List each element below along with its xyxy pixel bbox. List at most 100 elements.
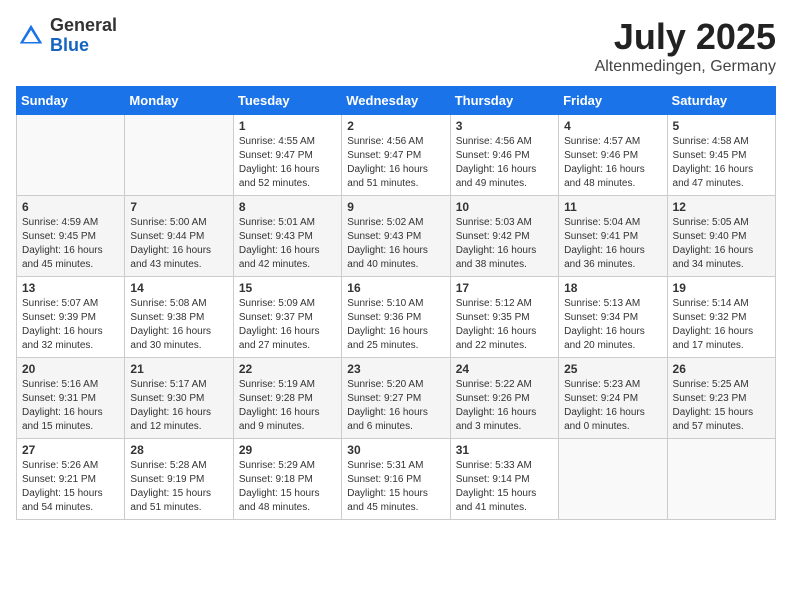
calendar-cell: 29Sunrise: 5:29 AMSunset: 9:18 PMDayligh… bbox=[233, 439, 341, 520]
calendar-cell: 14 Sunrise: 5:08 AMSunset: 9:38 PMDayligh… bbox=[125, 277, 233, 358]
day-info: Sunrise: 5:33 AMSunset: 9:14 PMDaylight:… bbox=[456, 459, 553, 515]
day-number: 26 bbox=[673, 362, 770, 376]
day-number: 20 bbox=[22, 362, 119, 376]
calendar-cell: 16Sunrise: 5:10 AMSunset: 9:36 PMDayligh… bbox=[342, 277, 450, 358]
month-title: July 2025 bbox=[595, 16, 776, 58]
logo-text: General Blue bbox=[50, 16, 117, 56]
header-sunday: Sunday bbox=[17, 87, 125, 115]
calendar-cell: 15 Sunrise: 5:09 AMSunset: 9:37 PMDayligh… bbox=[233, 277, 341, 358]
calendar-week-3: 13 Sunrise: 5:07 AMSunset: 9:39 PMDayligh… bbox=[17, 277, 776, 358]
header-saturday: Saturday bbox=[667, 87, 775, 115]
day-info: Sunrise: 5:23 AMSunset: 9:24 PMDaylight:… bbox=[564, 378, 661, 434]
day-number: 25 bbox=[564, 362, 661, 376]
page-header: General Blue July 2025 Altenmedingen, Ge… bbox=[16, 16, 776, 76]
calendar-cell: 3Sunrise: 4:56 AMSunset: 9:46 PMDaylight… bbox=[450, 115, 558, 196]
calendar-week-2: 6 Sunrise: 4:59 AMSunset: 9:45 PMDaylight… bbox=[17, 196, 776, 277]
calendar-cell: 18 Sunrise: 5:13 AMSunset: 9:34 PMDayligh… bbox=[559, 277, 667, 358]
calendar-cell bbox=[667, 439, 775, 520]
day-info: Sunrise: 5:08 AMSunset: 9:38 PMDaylight:… bbox=[130, 297, 227, 353]
location-title: Altenmedingen, Germany bbox=[595, 58, 776, 76]
calendar-cell: 13 Sunrise: 5:07 AMSunset: 9:39 PMDayligh… bbox=[17, 277, 125, 358]
calendar-week-1: 1Sunrise: 4:55 AMSunset: 9:47 PMDaylight… bbox=[17, 115, 776, 196]
day-number: 15 bbox=[239, 281, 336, 295]
day-info: Sunrise: 5:12 AMSunset: 9:35 PMDaylight:… bbox=[456, 297, 553, 353]
day-info: Sunrise: 5:03 AMSunset: 9:42 PMDaylight:… bbox=[456, 216, 553, 272]
logo-blue: Blue bbox=[50, 36, 117, 56]
calendar-cell bbox=[125, 115, 233, 196]
day-info: Sunrise: 5:07 AMSunset: 9:39 PMDaylight:… bbox=[22, 297, 119, 353]
day-number: 5 bbox=[673, 119, 770, 133]
day-info: Sunrise: 5:28 AMSunset: 9:19 PMDaylight:… bbox=[130, 459, 227, 515]
day-number: 2 bbox=[347, 119, 444, 133]
day-number: 18 bbox=[564, 281, 661, 295]
day-info: Sunrise: 5:14 AMSunset: 9:32 PMDaylight:… bbox=[673, 297, 770, 353]
day-number: 23 bbox=[347, 362, 444, 376]
calendar-cell bbox=[559, 439, 667, 520]
calendar-cell: 19 Sunrise: 5:14 AMSunset: 9:32 PMDayligh… bbox=[667, 277, 775, 358]
day-number: 13 bbox=[22, 281, 119, 295]
calendar-cell: 11 Sunrise: 5:04 AMSunset: 9:41 PMDayligh… bbox=[559, 196, 667, 277]
calendar-cell: 24Sunrise: 5:22 AMSunset: 9:26 PMDayligh… bbox=[450, 358, 558, 439]
day-info: Sunrise: 5:16 AMSunset: 9:31 PMDaylight:… bbox=[22, 378, 119, 434]
header-friday: Friday bbox=[559, 87, 667, 115]
day-number: 9 bbox=[347, 200, 444, 214]
logo-general: General bbox=[50, 16, 117, 36]
day-info: Sunrise: 5:29 AMSunset: 9:18 PMDaylight:… bbox=[239, 459, 336, 515]
header-monday: Monday bbox=[125, 87, 233, 115]
day-info: Sunrise: 5:04 AMSunset: 9:41 PMDaylight:… bbox=[564, 216, 661, 272]
day-info: Sunrise: 5:19 AMSunset: 9:28 PMDaylight:… bbox=[239, 378, 336, 434]
calendar-cell: 4Sunrise: 4:57 AMSunset: 9:46 PMDaylight… bbox=[559, 115, 667, 196]
header-thursday: Thursday bbox=[450, 87, 558, 115]
day-info: Sunrise: 5:02 AMSunset: 9:43 PMDaylight:… bbox=[347, 216, 444, 272]
calendar-cell: 7 Sunrise: 5:00 AMSunset: 9:44 PMDaylight… bbox=[125, 196, 233, 277]
calendar-cell: 31 Sunrise: 5:33 AMSunset: 9:14 PMDayligh… bbox=[450, 439, 558, 520]
calendar-week-5: 27Sunrise: 5:26 AMSunset: 9:21 PMDayligh… bbox=[17, 439, 776, 520]
day-number: 22 bbox=[239, 362, 336, 376]
day-info: Sunrise: 5:05 AMSunset: 9:40 PMDaylight:… bbox=[673, 216, 770, 272]
day-number: 11 bbox=[564, 200, 661, 214]
day-number: 8 bbox=[239, 200, 336, 214]
day-info: Sunrise: 5:00 AMSunset: 9:44 PMDaylight:… bbox=[130, 216, 227, 272]
day-info: Sunrise: 5:31 AMSunset: 9:16 PMDaylight:… bbox=[347, 459, 444, 515]
day-number: 7 bbox=[130, 200, 227, 214]
calendar-cell: 10Sunrise: 5:03 AMSunset: 9:42 PMDayligh… bbox=[450, 196, 558, 277]
day-number: 19 bbox=[673, 281, 770, 295]
calendar-cell: 17 Sunrise: 5:12 AMSunset: 9:35 PMDayligh… bbox=[450, 277, 558, 358]
calendar-cell: 20 Sunrise: 5:16 AMSunset: 9:31 PMDayligh… bbox=[17, 358, 125, 439]
calendar-cell bbox=[17, 115, 125, 196]
day-info: Sunrise: 5:09 AMSunset: 9:37 PMDaylight:… bbox=[239, 297, 336, 353]
day-number: 31 bbox=[456, 443, 553, 457]
day-number: 16 bbox=[347, 281, 444, 295]
calendar-cell: 21Sunrise: 5:17 AMSunset: 9:30 PMDayligh… bbox=[125, 358, 233, 439]
day-number: 14 bbox=[130, 281, 227, 295]
day-info: Sunrise: 5:20 AMSunset: 9:27 PMDaylight:… bbox=[347, 378, 444, 434]
calendar-cell: 6 Sunrise: 4:59 AMSunset: 9:45 PMDaylight… bbox=[17, 196, 125, 277]
calendar-cell: 2 Sunrise: 4:56 AMSunset: 9:47 PMDaylight… bbox=[342, 115, 450, 196]
day-number: 6 bbox=[22, 200, 119, 214]
calendar-week-4: 20 Sunrise: 5:16 AMSunset: 9:31 PMDayligh… bbox=[17, 358, 776, 439]
day-info: Sunrise: 4:57 AMSunset: 9:46 PMDaylight:… bbox=[564, 135, 661, 191]
day-info: Sunrise: 4:59 AMSunset: 9:45 PMDaylight:… bbox=[22, 216, 119, 272]
calendar-header-row: SundayMondayTuesdayWednesdayThursdayFrid… bbox=[17, 87, 776, 115]
logo-icon bbox=[16, 21, 46, 51]
calendar-cell: 23 Sunrise: 5:20 AMSunset: 9:27 PMDayligh… bbox=[342, 358, 450, 439]
calendar-cell: 27Sunrise: 5:26 AMSunset: 9:21 PMDayligh… bbox=[17, 439, 125, 520]
calendar-cell: 30Sunrise: 5:31 AMSunset: 9:16 PMDayligh… bbox=[342, 439, 450, 520]
day-info: Sunrise: 4:58 AMSunset: 9:45 PMDaylight:… bbox=[673, 135, 770, 191]
calendar-cell: 1Sunrise: 4:55 AMSunset: 9:47 PMDaylight… bbox=[233, 115, 341, 196]
calendar-cell: 12 Sunrise: 5:05 AMSunset: 9:40 PMDayligh… bbox=[667, 196, 775, 277]
day-info: Sunrise: 5:13 AMSunset: 9:34 PMDaylight:… bbox=[564, 297, 661, 353]
title-area: July 2025 Altenmedingen, Germany bbox=[595, 16, 776, 76]
calendar-cell: 9 Sunrise: 5:02 AMSunset: 9:43 PMDaylight… bbox=[342, 196, 450, 277]
day-number: 12 bbox=[673, 200, 770, 214]
day-info: Sunrise: 5:26 AMSunset: 9:21 PMDaylight:… bbox=[22, 459, 119, 515]
day-info: Sunrise: 4:56 AMSunset: 9:47 PMDaylight:… bbox=[347, 135, 444, 191]
day-number: 1 bbox=[239, 119, 336, 133]
day-info: Sunrise: 5:22 AMSunset: 9:26 PMDaylight:… bbox=[456, 378, 553, 434]
calendar-cell: 25 Sunrise: 5:23 AMSunset: 9:24 PMDayligh… bbox=[559, 358, 667, 439]
calendar-cell: 5 Sunrise: 4:58 AMSunset: 9:45 PMDaylight… bbox=[667, 115, 775, 196]
day-info: Sunrise: 5:25 AMSunset: 9:23 PMDaylight:… bbox=[673, 378, 770, 434]
day-number: 17 bbox=[456, 281, 553, 295]
calendar-cell: 26 Sunrise: 5:25 AMSunset: 9:23 PMDayligh… bbox=[667, 358, 775, 439]
day-info: Sunrise: 4:56 AMSunset: 9:46 PMDaylight:… bbox=[456, 135, 553, 191]
